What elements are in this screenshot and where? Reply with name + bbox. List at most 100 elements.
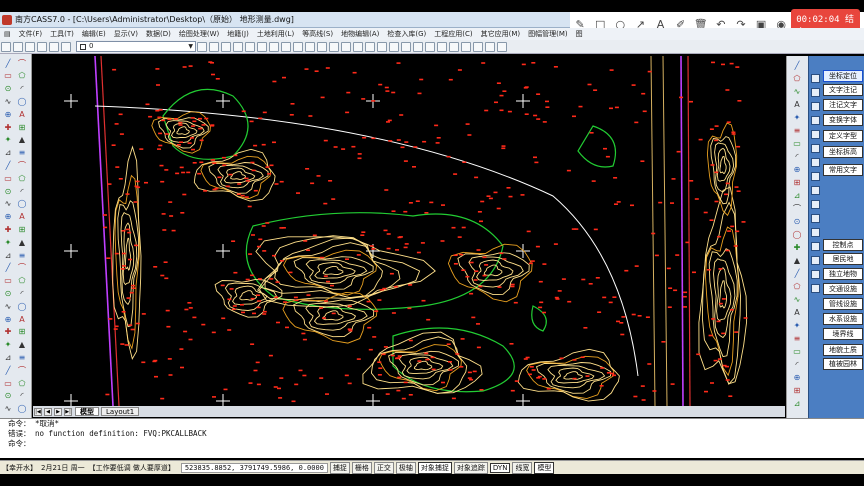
menu-item[interactable]: 绘图处理(W) bbox=[175, 29, 223, 39]
toolbar-icon[interactable] bbox=[221, 41, 231, 52]
modify-tool-icon[interactable]: A bbox=[792, 99, 802, 109]
draw-tool-icon[interactable]: ⬠ bbox=[17, 276, 27, 286]
toolbar-icon[interactable] bbox=[341, 41, 351, 52]
draw-tool-icon[interactable]: ◯ bbox=[17, 96, 27, 106]
draw-tool-icon[interactable]: ⊙ bbox=[3, 186, 13, 196]
draw-tool-icon[interactable]: ⊞ bbox=[17, 122, 27, 132]
screen-menu-item[interactable]: 管线设施 bbox=[823, 298, 863, 310]
status-mode-toggle[interactable]: 线宽 bbox=[512, 461, 533, 474]
toolbar-icon[interactable] bbox=[245, 41, 255, 52]
draw-tool-icon[interactable]: ◯ bbox=[17, 301, 27, 311]
draw-tool-icon[interactable]: ◜ bbox=[17, 288, 27, 298]
screen-menu-side-icon[interactable] bbox=[811, 284, 820, 293]
toolbar-icon[interactable] bbox=[317, 41, 327, 52]
menu-item[interactable]: 图幅管理(M) bbox=[524, 29, 572, 39]
toolbar-icon[interactable] bbox=[13, 41, 23, 52]
draw-tool-icon[interactable]: ⌒ bbox=[17, 58, 27, 68]
status-mode-toggle[interactable]: 对象追踪 bbox=[453, 461, 488, 474]
menu-item[interactable]: 等高线(S) bbox=[298, 29, 337, 39]
draw-tool-icon[interactable]: ⊞ bbox=[17, 327, 27, 337]
screen-menu-item[interactable]: 坐标拆高 bbox=[823, 146, 863, 158]
screen-menu-side-icon[interactable] bbox=[811, 214, 820, 223]
modify-tool-icon[interactable]: ⊿ bbox=[792, 190, 802, 200]
screen-menu-side-icon[interactable] bbox=[811, 242, 820, 251]
draw-tool-icon[interactable]: ⬠ bbox=[17, 378, 27, 388]
draw-tool-icon[interactable]: A bbox=[17, 109, 27, 119]
screen-menu-side-icon[interactable] bbox=[811, 186, 820, 195]
layer-dropdown[interactable]: 0 ▼ bbox=[76, 41, 196, 52]
modify-tool-icon[interactable]: ≡ bbox=[792, 333, 802, 343]
draw-tool-icon[interactable]: ╱ bbox=[3, 58, 13, 68]
draw-tool-icon[interactable]: ◜ bbox=[17, 391, 27, 401]
draw-tool-icon[interactable]: ≡ bbox=[17, 352, 27, 362]
screen-menu-item[interactable]: 居民地 bbox=[823, 253, 863, 265]
draw-tool-icon[interactable]: ⊿ bbox=[3, 352, 13, 362]
draw-tool-icon[interactable]: ⊿ bbox=[3, 250, 13, 260]
command-prompt[interactable]: 命令： bbox=[0, 439, 864, 449]
modify-tool-icon[interactable]: ⬠ bbox=[792, 73, 802, 83]
status-mode-toggle[interactable]: 捕捉 bbox=[329, 461, 350, 474]
prev-tab-icon[interactable]: ◀ bbox=[44, 407, 52, 416]
draw-tool-icon[interactable]: ∿ bbox=[3, 96, 13, 106]
draw-tool-icon[interactable]: ✚ bbox=[3, 122, 13, 132]
modify-tool-icon[interactable]: ✦ bbox=[792, 112, 802, 122]
draw-tool-icon[interactable]: ∿ bbox=[3, 199, 13, 209]
modify-tool-icon[interactable]: ⊞ bbox=[792, 177, 802, 187]
draw-tool-icon[interactable]: ⊕ bbox=[3, 212, 13, 222]
menu-item[interactable]: 文件(F) bbox=[15, 29, 47, 39]
screen-menu-item[interactable]: 境界线 bbox=[823, 328, 863, 340]
modify-tool-icon[interactable]: ∿ bbox=[792, 294, 802, 304]
draw-tool-icon[interactable]: ⊞ bbox=[17, 224, 27, 234]
draw-tool-icon[interactable]: ⬠ bbox=[17, 173, 27, 183]
screen-menu-item[interactable]: 文字注记 bbox=[823, 84, 863, 96]
screen-menu-item[interactable]: 植被园林 bbox=[823, 358, 863, 370]
draw-tool-icon[interactable]: ▲ bbox=[17, 135, 27, 145]
menu-item[interactable]: 地籍(J) bbox=[223, 29, 253, 39]
draw-tool-icon[interactable]: ✦ bbox=[3, 135, 13, 145]
toolbar-icon[interactable] bbox=[497, 41, 507, 52]
toolbar-icon[interactable] bbox=[1, 41, 11, 52]
modify-tool-icon[interactable]: ≡ bbox=[792, 125, 802, 135]
draw-tool-icon[interactable]: ╱ bbox=[3, 263, 13, 273]
toolbar-icon[interactable] bbox=[25, 41, 35, 52]
draw-tool-icon[interactable]: ◜ bbox=[17, 186, 27, 196]
screen-menu-side-icon[interactable] bbox=[811, 270, 820, 279]
screen-menu-side-icon[interactable] bbox=[811, 200, 820, 209]
toolbar-icon[interactable] bbox=[257, 41, 267, 52]
draw-tool-icon[interactable]: ⬠ bbox=[17, 71, 27, 81]
toolbar-icon[interactable] bbox=[425, 41, 435, 52]
toolbar-icon[interactable] bbox=[197, 41, 207, 52]
screen-menu-side-icon[interactable] bbox=[811, 158, 820, 167]
screen-menu-item[interactable]: 定义字型 bbox=[823, 130, 863, 142]
draw-tool-icon[interactable]: ≡ bbox=[17, 250, 27, 260]
screen-menu-side-icon[interactable] bbox=[811, 256, 820, 265]
modify-tool-icon[interactable]: ◜ bbox=[792, 151, 802, 161]
modify-tool-icon[interactable]: ✚ bbox=[792, 242, 802, 252]
modify-tool-icon[interactable]: ▭ bbox=[792, 346, 802, 356]
screen-menu-side-icon[interactable] bbox=[811, 228, 820, 237]
modify-tool-icon[interactable]: A bbox=[792, 307, 802, 317]
toolbar-icon[interactable] bbox=[329, 41, 339, 52]
screen-menu-side-icon[interactable] bbox=[811, 172, 820, 181]
draw-tool-icon[interactable]: ∿ bbox=[3, 404, 13, 414]
menu-item[interactable]: 工程应用(C) bbox=[430, 29, 476, 39]
draw-tool-icon[interactable]: A bbox=[17, 212, 27, 222]
toolbar-icon[interactable] bbox=[449, 41, 459, 52]
tab-model[interactable]: 模型 bbox=[75, 407, 99, 416]
modify-tool-icon[interactable]: ✦ bbox=[792, 320, 802, 330]
toolbar-icon[interactable] bbox=[37, 41, 47, 52]
draw-tool-icon[interactable]: ▲ bbox=[17, 340, 27, 350]
modify-tool-icon[interactable]: ╱ bbox=[792, 268, 802, 278]
modify-tool-icon[interactable]: ⊙ bbox=[792, 216, 802, 226]
menu-item[interactable]: 土地利用(L) bbox=[253, 29, 298, 39]
toolbar-icon[interactable] bbox=[473, 41, 483, 52]
screen-menu-item[interactable]: 常用文字 bbox=[823, 164, 863, 176]
draw-tool-icon[interactable]: ⊕ bbox=[3, 314, 13, 324]
draw-tool-icon[interactable]: ◯ bbox=[17, 404, 27, 414]
draw-tool-icon[interactable]: ✦ bbox=[3, 237, 13, 247]
modify-tool-icon[interactable]: ▭ bbox=[792, 138, 802, 148]
menu-item[interactable]: 显示(V) bbox=[110, 29, 142, 39]
toolbar-icon[interactable] bbox=[305, 41, 315, 52]
next-tab-icon[interactable]: ▶ bbox=[54, 407, 62, 416]
toolbar-icon[interactable] bbox=[61, 41, 71, 52]
